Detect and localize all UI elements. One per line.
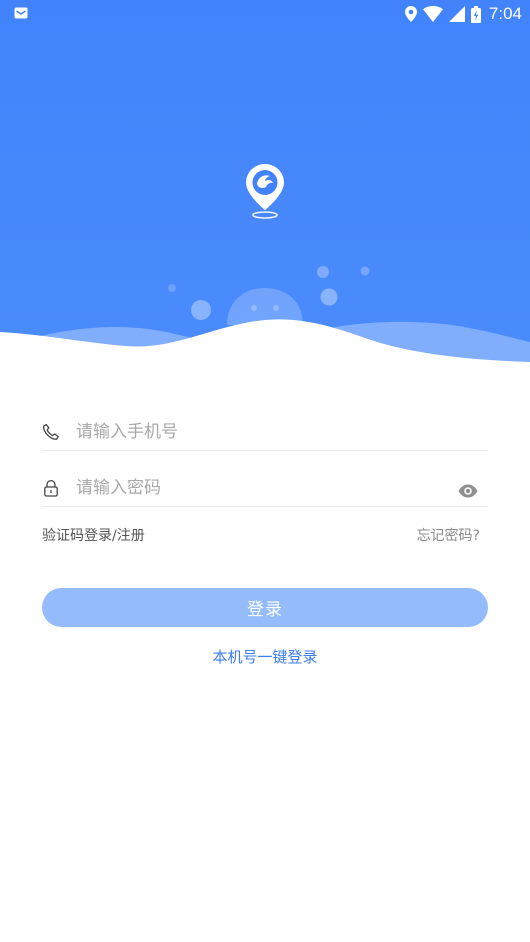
login-form: 验证码登录/注册 忘记密码? bbox=[42, 410, 488, 547]
map-pin-logo-icon bbox=[246, 164, 284, 219]
status-bar: 7:04 bbox=[0, 0, 530, 28]
header-hero: 7:04 bbox=[0, 0, 530, 380]
location-icon bbox=[404, 6, 417, 22]
status-time: 7:04 bbox=[488, 4, 522, 23]
sms-login-link[interactable]: 验证码登录/注册 bbox=[42, 525, 145, 545]
battery-icon bbox=[470, 5, 481, 23]
mail-icon bbox=[14, 7, 28, 19]
eye-icon[interactable] bbox=[458, 484, 478, 498]
phone-input[interactable] bbox=[76, 418, 456, 446]
forgot-password-link[interactable]: 忘记密码? bbox=[417, 525, 480, 545]
login-button[interactable]: 登录 bbox=[42, 588, 488, 627]
status-right-group: 7:04 bbox=[404, 3, 522, 25]
links-row: 验证码登录/注册 忘记密码? bbox=[42, 523, 488, 547]
one-click-login-link[interactable]: 本机号一键登录 bbox=[0, 646, 530, 667]
signal-icon bbox=[448, 6, 465, 22]
password-field bbox=[42, 466, 488, 507]
phone-icon bbox=[42, 423, 59, 440]
lock-icon bbox=[44, 479, 58, 497]
wave-decoration bbox=[0, 266, 530, 380]
password-input[interactable] bbox=[76, 474, 456, 502]
wifi-icon bbox=[422, 6, 443, 22]
phone-field bbox=[42, 410, 488, 451]
